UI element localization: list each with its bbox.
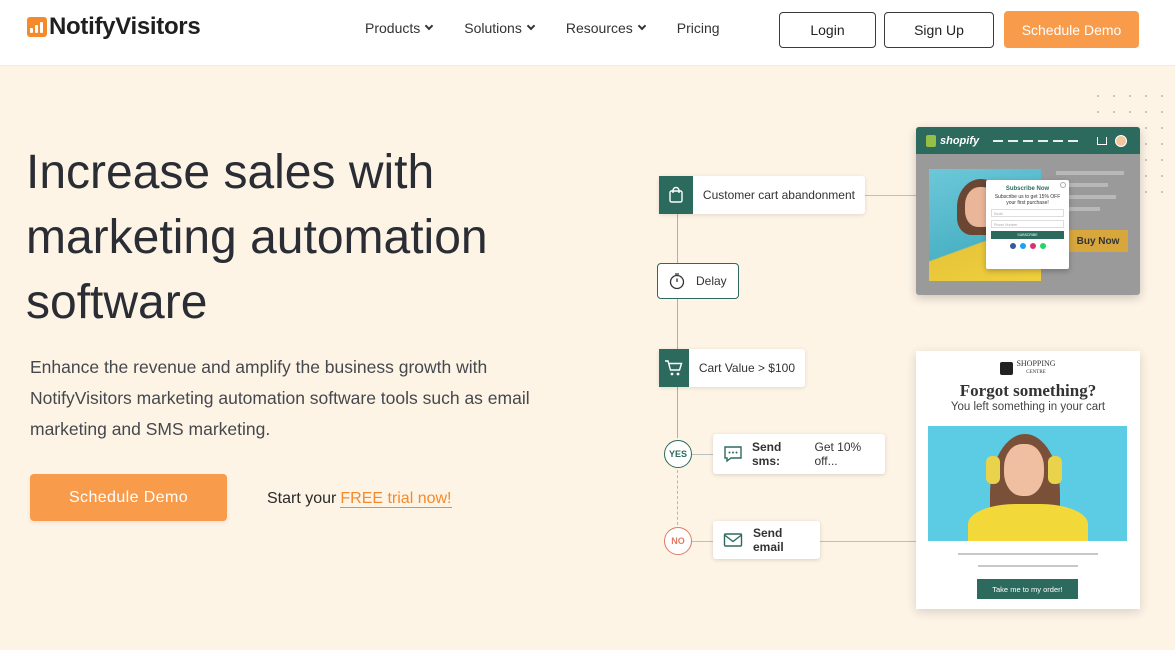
workflow-no-connector xyxy=(677,470,678,525)
condition-label: Cart Value > $100 xyxy=(698,361,795,375)
instagram-icon xyxy=(1029,243,1036,249)
no-tag: NO xyxy=(664,527,692,555)
buy-now-button: Buy Now xyxy=(1068,230,1128,252)
sms-action-label: Send sms: xyxy=(752,440,782,468)
hero-subtitle: Enhance the revenue and amplify the busi… xyxy=(30,357,530,439)
send-email-card: Send email xyxy=(713,521,820,559)
popup-text: Subscribe us to get 15% OFF your first p… xyxy=(994,194,1061,206)
delay-card: Delay xyxy=(657,263,739,299)
sms-chat-icon xyxy=(723,445,743,463)
free-trial-text: Start your FREE trial now! xyxy=(267,490,452,508)
logo[interactable]: NotifyVisitors xyxy=(27,13,201,41)
email-hero-image xyxy=(928,426,1127,541)
site-header: NotifyVisitors Products Solutions Resour… xyxy=(0,0,1175,66)
abandoned-cart-email-preview: SHOPPING CENTRE Forgot something? You le… xyxy=(916,351,1140,609)
login-button[interactable]: Login xyxy=(779,12,876,48)
avatar xyxy=(1115,134,1128,147)
email-heading: Forgot something? xyxy=(959,381,1097,400)
shopify-bag-icon xyxy=(926,134,936,147)
trigger-card: Customer cart abandonment xyxy=(659,176,865,214)
brand-line1: SHOPPING xyxy=(1016,359,1056,368)
twitter-icon xyxy=(1019,243,1026,249)
connector-to-shopify xyxy=(864,195,916,196)
popup-title: Subscribe Now xyxy=(1005,186,1050,192)
facebook-icon xyxy=(1009,243,1016,249)
shopping-centre-logo-icon xyxy=(1000,361,1014,375)
take-me-to-order-button: Take me to my order! xyxy=(977,579,1078,599)
nav-products[interactable]: Products xyxy=(365,20,434,36)
condition-card: Cart Value > $100 xyxy=(659,349,805,387)
whatsapp-icon xyxy=(1039,243,1046,249)
schedule-demo-button[interactable]: Schedule Demo xyxy=(30,474,227,521)
close-icon xyxy=(1060,182,1066,188)
envelope-icon xyxy=(723,532,743,548)
yes-tag: YES xyxy=(664,440,692,468)
connector-no xyxy=(691,541,713,542)
social-icons xyxy=(991,243,1064,249)
email-action-label: Send email xyxy=(753,526,784,554)
chevron-down-icon xyxy=(526,21,536,31)
nav-solutions-label: Solutions xyxy=(464,20,522,36)
logo-text: NotifyVisitors xyxy=(49,13,201,40)
sms-action-text: Get 10% off... xyxy=(814,440,862,468)
popup-subscribe-button: SUBSCRIBE xyxy=(991,231,1064,239)
shopify-header-bar: shopify xyxy=(916,127,1140,154)
email-brand: SHOPPING CENTRE xyxy=(916,360,1140,376)
connector-yes xyxy=(691,454,713,455)
nav-resources-label: Resources xyxy=(565,20,633,36)
delay-label: Delay xyxy=(696,274,727,288)
nav-pricing[interactable]: Pricing xyxy=(677,20,720,36)
nav-pricing-label: Pricing xyxy=(676,20,720,36)
chevron-down-icon xyxy=(425,21,434,31)
stopwatch-icon xyxy=(668,272,686,290)
send-sms-card: Send sms: Get 10% off... xyxy=(713,434,885,474)
schedule-demo-header-button[interactable]: Schedule Demo xyxy=(1004,11,1139,48)
nav-products-label: Products xyxy=(365,20,421,36)
brand-line2: CENTRE xyxy=(1026,370,1046,375)
shopify-popup-preview: shopify Buy Now Subscribe Now Subscribe … xyxy=(916,127,1140,295)
chevron-down-icon xyxy=(637,21,647,31)
workflow-connector-line xyxy=(677,210,678,438)
popup-phone-field: Phone Number xyxy=(991,220,1064,228)
cart-icon xyxy=(1097,136,1108,145)
nav-solutions[interactable]: Solutions xyxy=(464,20,536,36)
nav-placeholder-lines xyxy=(993,139,1083,142)
trial-prefix: Start your xyxy=(267,490,337,507)
cart-icon xyxy=(659,349,689,387)
email-text-line xyxy=(978,565,1078,567)
subscribe-popup: Subscribe Now Subscribe us to get 15% OF… xyxy=(986,180,1069,269)
free-trial-link[interactable]: FREE trial now! xyxy=(340,490,452,508)
shopping-bag-icon xyxy=(659,176,693,214)
nav-resources[interactable]: Resources xyxy=(565,20,647,36)
connector-to-email xyxy=(820,541,916,542)
signup-button[interactable]: Sign Up xyxy=(884,12,994,48)
email-subheading: You left something in your cart xyxy=(950,401,1106,413)
trigger-label: Customer cart abandonment xyxy=(702,188,855,202)
hero-title: Increase sales with marketing automation… xyxy=(26,146,488,329)
logo-chart-icon xyxy=(27,17,47,37)
email-text-line xyxy=(958,553,1098,555)
main-nav: Products Solutions Resources Pricing xyxy=(365,20,752,36)
shopify-brand: shopify xyxy=(940,134,980,147)
popup-email-field: Email xyxy=(991,209,1064,217)
